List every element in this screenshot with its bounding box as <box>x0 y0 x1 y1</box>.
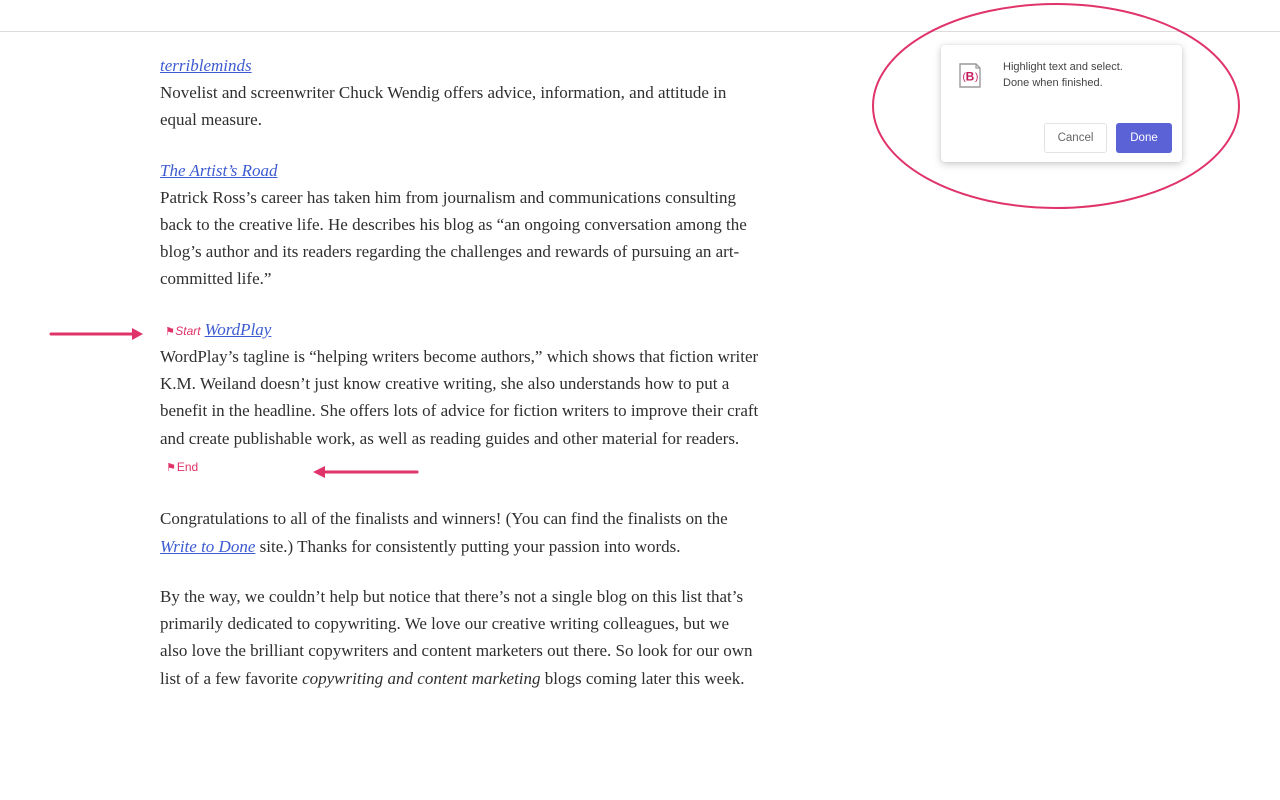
blog-link-terribleminds[interactable]: terribleminds <box>160 56 252 75</box>
congrats-paragraph: Congratulations to all of the finalists … <box>160 509 728 556</box>
svg-text:): ) <box>975 72 978 83</box>
blog-entry-artists-road: The Artist’s Road Patrick Ross’s career … <box>160 157 760 293</box>
blog-link-artists-road[interactable]: The Artist’s Road <box>160 161 277 180</box>
checkered-flag-icon: ⚑ <box>166 325 175 338</box>
selection-start-marker[interactable]: ⚑Start <box>166 318 201 346</box>
cancel-button[interactable]: Cancel <box>1044 123 1107 153</box>
blog-link-wordplay[interactable]: WordPlay <box>205 320 272 339</box>
popup-message: Highlight text and select. Done when fin… <box>1003 61 1123 89</box>
annotation-arrow-end <box>313 466 419 478</box>
extension-popup: B ( ) Highlight text and select. Done wh… <box>941 45 1182 162</box>
logo-letter: B <box>966 70 975 84</box>
closing-paragraph: By the way, we couldn’t help but notice … <box>160 586 753 688</box>
blog-entry-terribleminds: terribleminds Novelist and screenwriter … <box>160 52 760 134</box>
blog-description: Novelist and screenwriter Chuck Wendig o… <box>160 83 727 130</box>
selection-end-marker[interactable]: ⚑End <box>166 454 198 482</box>
checkered-flag-icon: ⚑ <box>166 461 176 474</box>
done-button[interactable]: Done <box>1116 123 1172 153</box>
annotation-arrow-start <box>49 328 143 340</box>
article-body: terribleminds Novelist and screenwriter … <box>160 52 760 715</box>
blog-description: Patrick Ross’s career has taken him from… <box>160 187 747 289</box>
extension-logo-icon: B ( ) <box>959 63 981 88</box>
write-to-done-link[interactable]: Write to Done <box>160 537 255 556</box>
blog-entry-wordplay: ⚑Start WordPlay WordPlay’s tagline is “he… <box>160 316 760 482</box>
blog-description: WordPlay’s tagline is “helping writers b… <box>160 343 760 482</box>
emphasis-text: copywriting and content marketing <box>302 668 541 688</box>
